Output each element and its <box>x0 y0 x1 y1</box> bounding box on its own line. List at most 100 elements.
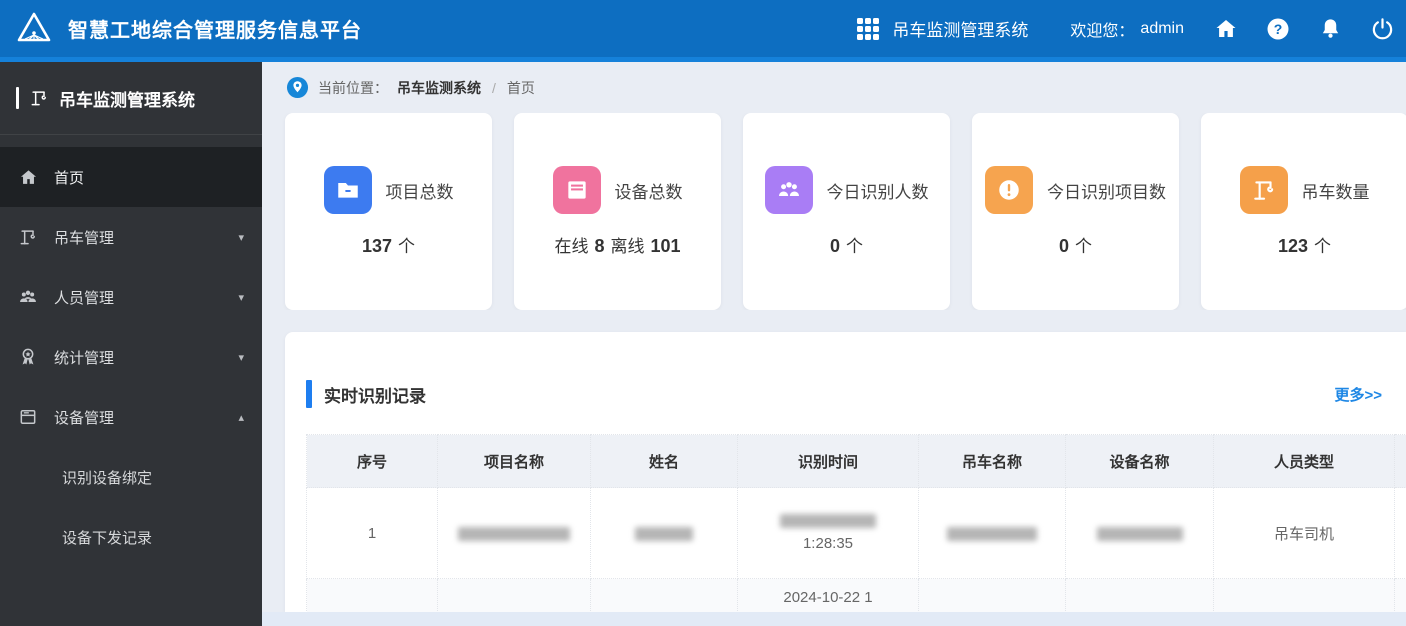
header-brand: 智慧工地综合管理服务信息平台 <box>0 9 362 49</box>
col-header-name: 姓名 <box>590 434 738 488</box>
sidebar-item-label: 吊车管理 <box>54 229 115 247</box>
cell-extra <box>1394 487 1406 579</box>
sidebar-subitem-label: 识别设备绑定 <box>62 469 153 487</box>
sidebar-item-device-mgmt[interactable]: 设备管理 ▴ <box>0 387 262 447</box>
chevron-down-icon: ▾ <box>238 291 244 304</box>
folder-icon <box>323 166 372 214</box>
breadcrumb: 当前位置： 吊车监测系统 / 首页 <box>262 62 1406 113</box>
cell-project-redacted <box>437 487 591 579</box>
col-header-device: 设备名称 <box>1065 434 1214 488</box>
stat-card-cranes: 吊车数量 123 个 <box>1201 113 1406 310</box>
svg-text:?: ? <box>1274 21 1283 37</box>
cell-time: 1:28:35 <box>737 487 919 579</box>
sidebar-item-label: 统计管理 <box>54 349 115 367</box>
sidebar: 吊车监测管理系统 首页 吊车管理 ▾ 人员管理 ▾ 统计管理 ▾ 设备管理 ▴ … <box>0 62 262 626</box>
help-icon[interactable]: ? <box>1266 17 1290 41</box>
stat-card-recognized-projects: 今日识别项目数 0个 <box>972 113 1179 310</box>
sidebar-subitem-label: 设备下发记录 <box>62 529 153 547</box>
cell-person-type <box>1213 578 1395 612</box>
sidebar-item-label: 首页 <box>54 169 85 187</box>
time-seconds: 1:28:35 <box>802 535 854 552</box>
breadcrumb-label: 当前位置： <box>318 79 388 96</box>
chevron-up-icon: ▴ <box>238 411 244 424</box>
col-header-crane: 吊车名称 <box>918 434 1066 488</box>
table-row: 1 1:28:35 吊车司机 <box>306 487 1406 579</box>
username[interactable]: admin <box>1140 20 1184 38</box>
logo-divider <box>16 87 19 109</box>
stat-cards-row: 项目总数 137 个 设备总数 在线 8 离线 101 今日识别人数 0 个 今… <box>262 113 1406 310</box>
home-icon[interactable] <box>1214 17 1238 41</box>
cell-project <box>437 578 591 612</box>
stat-card-recognized-people: 今日识别人数 0个 <box>743 113 950 310</box>
col-header-person-type: 人员类型 <box>1213 434 1395 488</box>
current-system-name[interactable]: 吊车监测管理系统 <box>892 16 1028 41</box>
header-actions: 吊车监测管理系统 欢迎您： admin ? <box>854 15 1406 43</box>
apps-grid-icon[interactable] <box>854 15 882 43</box>
chevron-down-icon: ▾ <box>238 231 244 244</box>
stat-card-projects: 项目总数 137 个 <box>285 113 492 310</box>
stat-value: 0个 <box>829 236 863 256</box>
device-icon <box>552 166 601 214</box>
realtime-records-panel: 实时识别记录 更多>> 序号 项目名称 姓名 识别时间 吊车名称 设备名称 人员… <box>285 332 1406 612</box>
stat-value: 在线 8 离线 101 <box>554 236 681 256</box>
sidebar-subitem-device-dispatch-log[interactable]: 设备下发记录 <box>0 507 262 567</box>
location-pin-icon <box>286 76 309 99</box>
sidebar-item-label: 人员管理 <box>54 289 115 307</box>
device-icon <box>18 407 38 427</box>
cell-person-type: 吊车司机 <box>1213 487 1395 579</box>
stat-label: 吊车数量 <box>1301 182 1370 202</box>
sidebar-system-title: 吊车监测管理系统 <box>59 90 195 110</box>
sidebar-item-statistics-mgmt[interactable]: 统计管理 ▾ <box>0 327 262 387</box>
main-content: 当前位置： 吊车监测系统 / 首页 项目总数 137 个 设备总数 在线 8 离… <box>262 62 1406 626</box>
cell-time: 2024-10-22 1 <box>737 578 919 612</box>
notifications-bell-icon[interactable] <box>1318 17 1342 41</box>
sidebar-subitem-device-binding[interactable]: 识别设备绑定 <box>0 447 262 507</box>
cell-device <box>1065 578 1214 612</box>
app-window: 智慧工地综合管理服务信息平台 吊车监测管理系统 欢迎您： admin ? 吊车监… <box>0 0 1406 626</box>
people-icon <box>18 287 38 307</box>
breadcrumb-current[interactable]: 首页 <box>507 78 535 98</box>
sidebar-item-crane-mgmt[interactable]: 吊车管理 ▾ <box>0 207 262 267</box>
table-header-row: 序号 项目名称 姓名 识别时间 吊车名称 设备名称 人员类型 <box>306 434 1406 488</box>
medal-icon <box>18 347 38 367</box>
sidebar-item-personnel-mgmt[interactable]: 人员管理 ▾ <box>0 267 262 327</box>
redacted-text <box>635 526 693 541</box>
chevron-down-icon: ▾ <box>238 351 244 364</box>
cell-seq: 1 <box>306 487 438 579</box>
more-link[interactable]: 更多>> <box>1334 384 1382 405</box>
redacted-text <box>1096 526 1183 541</box>
redacted-text <box>458 526 570 541</box>
crane-icon <box>1239 166 1288 214</box>
cell-name-redacted <box>590 487 738 579</box>
top-header: 智慧工地综合管理服务信息平台 吊车监测管理系统 欢迎您： admin ? <box>0 0 1406 62</box>
table-row: 2024-10-22 1 <box>306 578 1406 612</box>
col-header-time: 识别时间 <box>737 434 919 488</box>
sidebar-logo: 吊车监测管理系统 <box>0 62 262 135</box>
cell-crane-redacted <box>918 487 1066 579</box>
stat-value: 123 个 <box>1277 236 1332 256</box>
platform-title: 智慧工地综合管理服务信息平台 <box>68 20 362 42</box>
alert-icon <box>985 166 1033 214</box>
people-icon <box>764 166 813 214</box>
cell-device-redacted <box>1065 487 1214 579</box>
platform-logo-icon <box>14 9 54 49</box>
redacted-text <box>947 526 1037 541</box>
stat-label: 今日识别人数 <box>826 182 929 202</box>
stat-value: 0个 <box>1058 236 1092 256</box>
crane-icon <box>18 227 38 247</box>
bottom-background-strip <box>262 612 1406 626</box>
col-header-extra <box>1394 434 1406 488</box>
records-table: 序号 项目名称 姓名 识别时间 吊车名称 设备名称 人员类型 1 1:28:35… <box>306 434 1406 612</box>
cell-seq <box>306 578 438 612</box>
redacted-text <box>780 514 876 528</box>
cell-extra <box>1394 578 1406 612</box>
breadcrumb-root[interactable]: 吊车监测系统 <box>397 78 481 98</box>
sidebar-item-home[interactable]: 首页 <box>0 147 262 207</box>
stat-card-devices: 设备总数 在线 8 离线 101 <box>514 113 721 310</box>
col-header-seq: 序号 <box>306 434 438 488</box>
power-logout-icon[interactable] <box>1370 17 1394 41</box>
sidebar-nav: 首页 吊车管理 ▾ 人员管理 ▾ 统计管理 ▾ 设备管理 ▴ 识别设备绑定 设备… <box>0 135 262 567</box>
breadcrumb-separator: / <box>492 79 496 96</box>
stat-label: 设备总数 <box>614 182 683 202</box>
panel-title: 实时识别记录 <box>306 380 426 408</box>
